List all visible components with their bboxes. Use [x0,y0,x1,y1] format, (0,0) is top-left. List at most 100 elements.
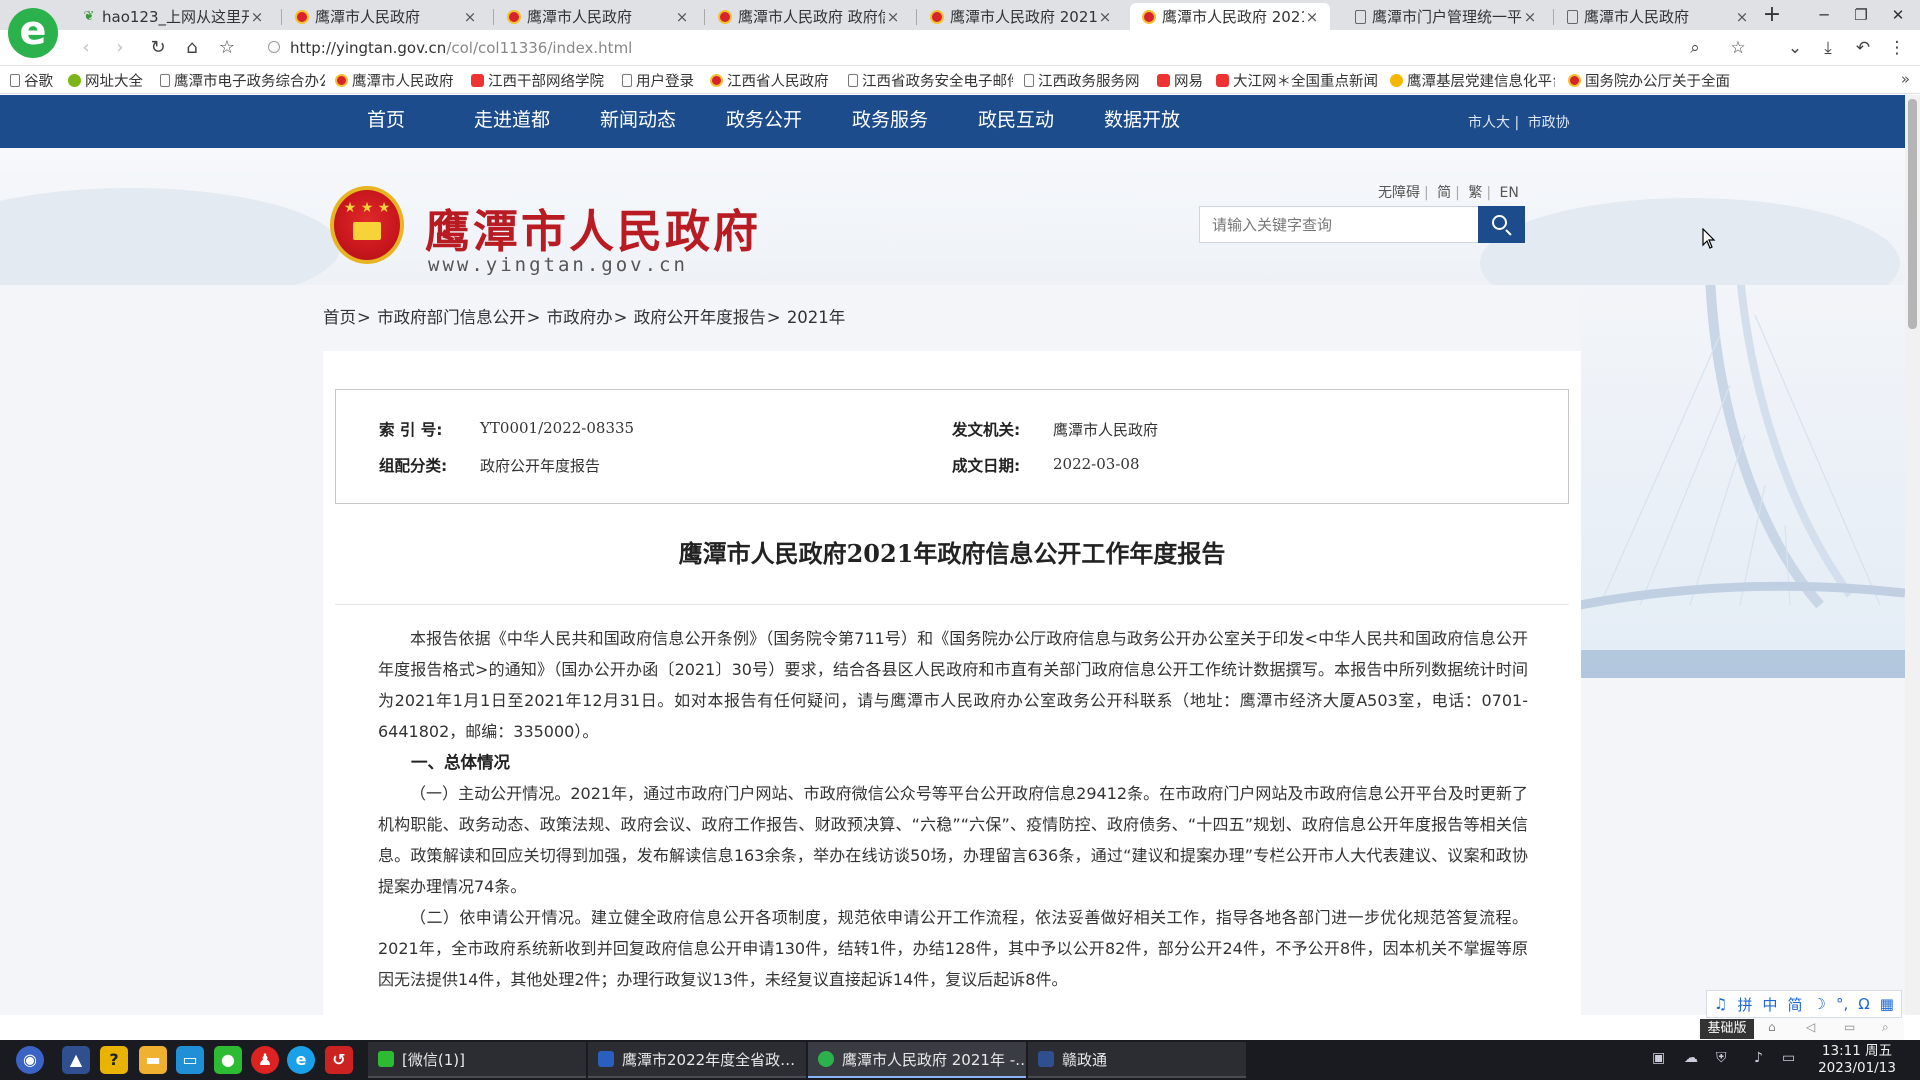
ime-search-icon[interactable]: ⌕ [1882,1020,1889,1035]
nav-news[interactable]: 新闻动态 [600,95,676,148]
link-traditional[interactable]: 繁 [1468,185,1482,201]
new-tab-button[interactable]: + [1760,3,1784,27]
start-menu-icon[interactable]: ◉ [16,1046,44,1074]
tab-yingtan-5[interactable]: 鹰潭市人民政府 × [1555,3,1760,30]
undo-icon[interactable]: ↶ [1851,36,1875,60]
task-browser[interactable]: 鹰潭市人民政府 2021年 -… [808,1042,1026,1078]
close-icon[interactable]: × [674,8,690,26]
link-cppcc[interactable]: 市政协 [1528,115,1570,131]
help-icon[interactable]: ? [100,1046,128,1074]
ime-grid-icon[interactable]: ▦ [1880,995,1894,1013]
bookmark-item[interactable]: 江西省人民政府 [710,70,838,90]
nav-open-data[interactable]: 数据开放 [1104,95,1180,148]
search-input[interactable] [1200,207,1478,242]
bookmark-item[interactable]: 用户登录 [622,70,702,90]
tab-yingtan-2[interactable]: 鹰潭市人民政府 × [495,3,700,30]
page-scrollbar[interactable] [1905,95,1920,1015]
bookmark-item[interactable]: 鹰潭基层党建信息化平台 [1390,70,1555,90]
nav-about[interactable]: 走进道都 [474,95,550,148]
qq-icon[interactable]: ♟ [251,1046,279,1074]
link-english[interactable]: EN [1500,185,1519,201]
task-document[interactable]: 鹰潭市2022年度全省政… [588,1042,806,1078]
chevron-down-icon[interactable]: ⌄ [1783,36,1807,60]
close-window-icon[interactable]: ✕ [1880,2,1916,28]
minimize-icon[interactable]: ─ [1806,2,1842,28]
bookmark-star-icon[interactable]: ☆ [215,36,239,60]
bookmark-item[interactable]: 鹰潭市人民政府 [335,70,462,90]
ime-speaker-icon[interactable]: ◁ [1806,1020,1815,1034]
ime-home-icon[interactable]: ⌂ [1768,1020,1776,1034]
bookmark-item[interactable]: 江西干部网络学院 [471,70,613,90]
system-clock[interactable]: 13:11 周五 2023/01/13 [1802,1043,1912,1077]
office-app-icon[interactable]: ↺ [325,1046,353,1074]
bookmark-item[interactable]: 网址大全 [68,70,153,90]
wechat-icon[interactable]: ● [214,1046,242,1074]
breadcrumb-annual-report[interactable]: 政府公开年度报告 [634,308,766,327]
tray-app-icon[interactable]: ▣ [1652,1050,1665,1066]
search-button[interactable] [1478,206,1525,243]
bookmark-item[interactable]: 大江网＊全国重点新闻 [1216,70,1381,90]
nav-gov-affairs[interactable]: 政务公开 [726,95,802,148]
scrollbar-thumb[interactable] [1908,99,1917,329]
breadcrumb-year[interactable]: 2021年 [787,308,846,327]
browser-taskbar-icon[interactable]: e [287,1046,315,1074]
breadcrumb-dept[interactable]: 市政府部门信息公开 [377,308,526,327]
tray-cloud-icon[interactable]: ☁ [1684,1050,1698,1066]
close-icon[interactable]: × [885,8,901,26]
back-icon[interactable]: ‹ [74,36,98,60]
home-icon[interactable]: ⌂ [180,36,204,60]
close-icon[interactable]: × [1522,8,1538,26]
close-icon[interactable]: × [1734,8,1750,26]
forward-icon[interactable]: › [108,36,132,60]
menu-icon[interactable]: ⋮ [1885,36,1909,60]
bookmark-item[interactable]: 谷歌 [10,70,62,90]
page-info-icon[interactable] [268,41,280,53]
task-wechat[interactable]: [微信(1)] [368,1042,586,1078]
tab-yingtan-1[interactable]: 鹰潭市人民政府 × [283,3,488,30]
link-accessibility[interactable]: 无障碍 [1378,185,1420,201]
ime-punct-button[interactable]: °, [1836,995,1848,1013]
bookmark-item[interactable]: 网易 [1157,70,1209,90]
link-npc[interactable]: 市人大 | [1468,115,1519,131]
ime-simplified-button[interactable]: 简 [1787,994,1802,1015]
ime-voice-icon[interactable]: ♫ [1714,995,1727,1013]
ime-chinese-button[interactable]: 中 [1762,994,1777,1015]
ime-pinyin-button[interactable]: 拼 [1737,994,1752,1015]
mountain-app-icon[interactable]: ▲ [62,1046,90,1074]
download-icon[interactable]: ⤓ [1816,36,1840,60]
bookmark-item[interactable]: 江西政务服务网 [1024,70,1147,90]
close-icon[interactable]: × [249,8,265,26]
tray-network-icon[interactable]: ▭ [1782,1050,1795,1066]
link-simplified[interactable]: 简 [1437,185,1451,201]
tab-portal-admin[interactable]: 鹰潭市门户管理统一平台 × [1343,3,1548,30]
breadcrumb-office[interactable]: 市政府办 [547,308,613,327]
favorite-star-icon[interactable]: ☆ [1726,36,1750,60]
url-field[interactable]: http://yingtan.gov.cn/col/col11336/index… [290,39,632,57]
ime-moon-icon[interactable]: ☽ [1813,995,1826,1013]
restore-icon[interactable]: ❐ [1843,2,1879,28]
tab-yingtan-4[interactable]: 鹰潭市人民政府 2021年 × [918,3,1123,30]
folder-icon[interactable]: ▬ [139,1046,167,1074]
tab-hao123[interactable]: ❦ hao123_上网从这里开始 × [70,3,275,30]
zoom-icon[interactable]: ⌕ [1683,36,1707,60]
bookmarks-more-icon[interactable]: » [1901,70,1910,88]
tab-yingtan-active[interactable]: 鹰潭市人民政府 2021年 × [1130,3,1330,30]
breadcrumb-home[interactable]: 首页 [323,308,356,327]
close-icon[interactable]: × [1304,8,1320,26]
monitor-app-icon[interactable]: ▭ [176,1046,204,1074]
reload-icon[interactable]: ↻ [146,36,170,60]
nav-home[interactable]: 首页 [367,95,405,148]
ime-symbol-button[interactable]: Ω [1858,995,1869,1013]
task-ganzhengtong[interactable]: 赣政通 [1028,1042,1246,1078]
nav-services[interactable]: 政务服务 [852,95,928,148]
tab-yingtan-3[interactable]: 鹰潭市人民政府 政府信息公开 × [706,3,911,30]
close-icon[interactable]: × [462,8,478,26]
bookmark-item[interactable]: 国务院办公厅关于全面 [1568,70,1733,90]
tray-shield-icon[interactable]: ⛨ [1716,1050,1727,1066]
tray-volume-icon[interactable]: ♪ [1754,1050,1763,1066]
browser-logo-icon[interactable]: e [8,8,58,58]
nav-interaction[interactable]: 政民互动 [978,95,1054,148]
ime-window-icon[interactable]: ▭ [1844,1020,1855,1034]
bookmark-item[interactable]: 鹰潭市电子政务综合办公 [160,70,325,90]
bookmark-item[interactable]: 江西省政务安全电子邮件 [848,70,1013,90]
